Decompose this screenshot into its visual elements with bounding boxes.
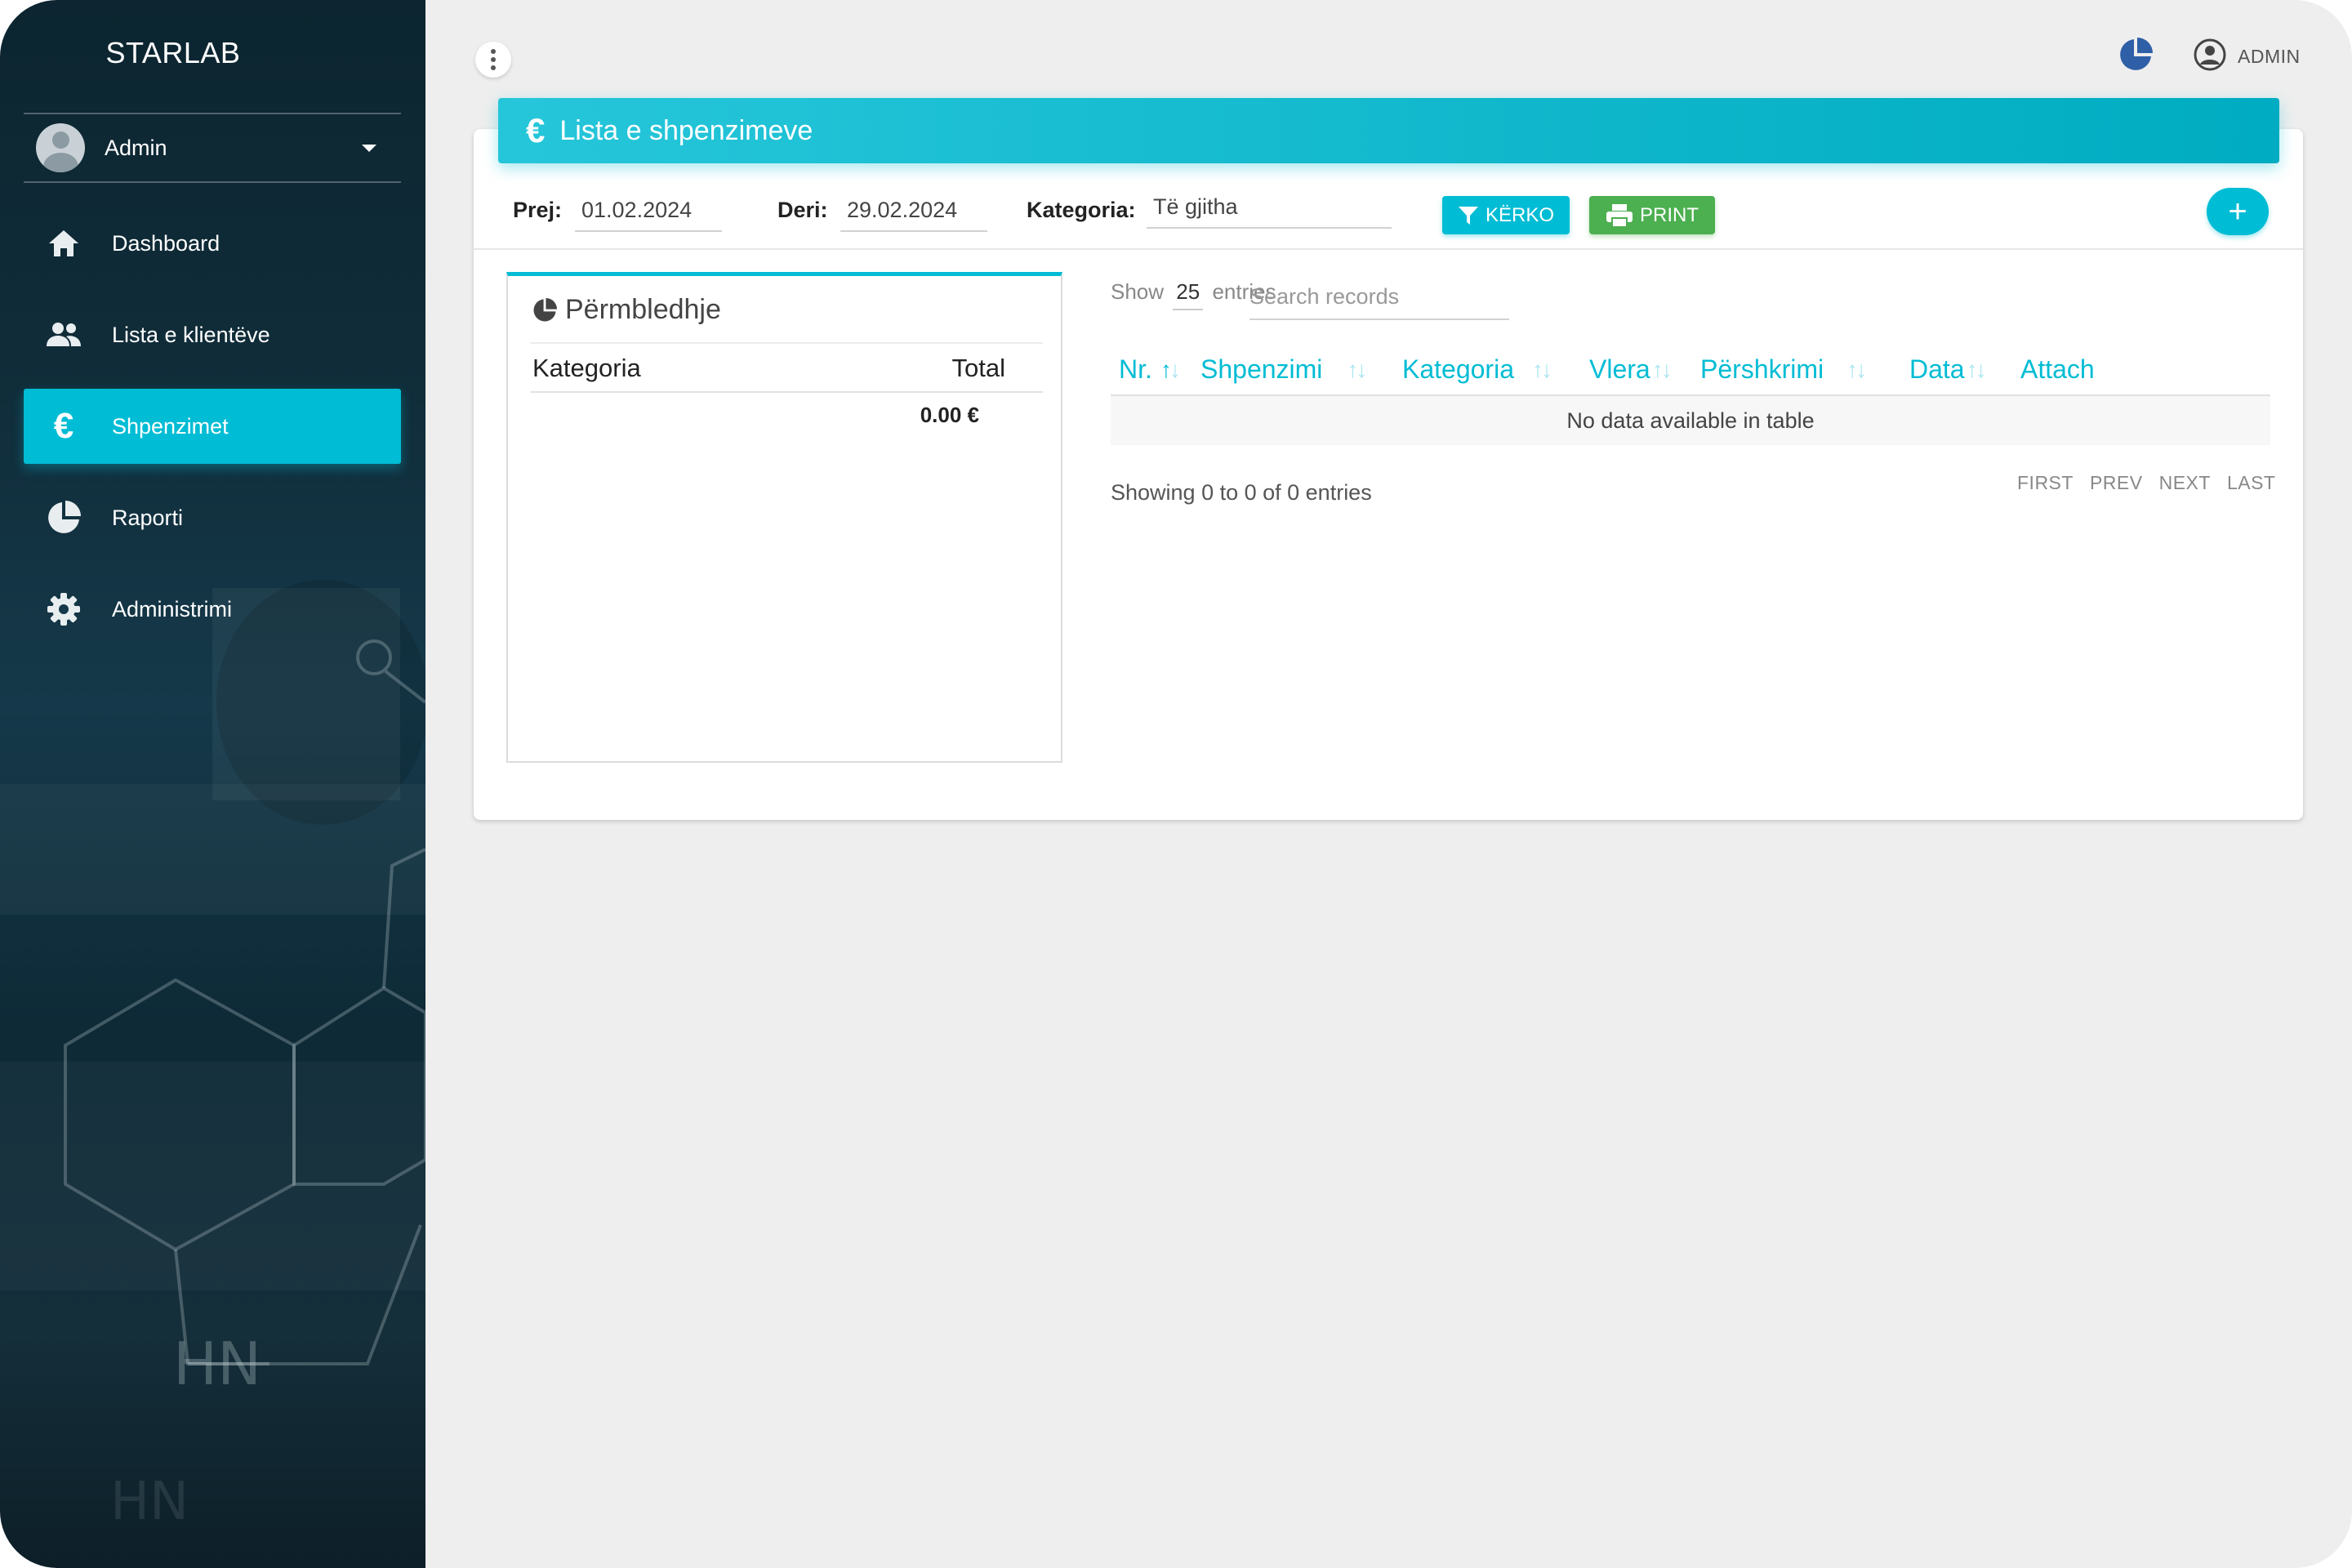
printer-icon (1606, 203, 1633, 228)
search-records-input[interactable] (1250, 274, 1509, 320)
summary-column-category: Kategoria (532, 354, 641, 382)
column-header-label: Attach (2020, 354, 2095, 384)
gear-icon (44, 590, 83, 629)
sidebar-item-label: Lista e klientëve (112, 322, 270, 347)
sidebar-user-menu[interactable]: Admin (24, 116, 401, 180)
search-button-label: KËRKO (1485, 203, 1555, 226)
sidebar-item-label: Shpenzimet (112, 413, 229, 439)
avatar (36, 123, 85, 172)
sort-icon: ↑↓ (1966, 356, 1987, 382)
to-date-label: Deri: (777, 198, 828, 222)
pagination: FIRST PREV NEXT LAST (2017, 472, 2275, 494)
dot-icon (491, 49, 496, 54)
pie-chart-icon (533, 297, 557, 321)
print-button-label: PRINT (1640, 203, 1699, 226)
from-date-input[interactable] (575, 189, 722, 232)
users-icon (44, 315, 83, 354)
background-hn-text: HN (173, 1330, 261, 1398)
sort-asc-icon: ↑↓ (1160, 356, 1181, 382)
table-info: Showing 0 to 0 of 0 entries (1111, 480, 1372, 505)
summary-total-value: 0.00 € (920, 403, 979, 427)
column-header-label: Data (1909, 354, 1965, 384)
sidebar-item-label: Dashboard (112, 230, 220, 256)
background-hn-text-faded: HN (110, 1472, 189, 1532)
sort-icon: ↑↓ (1846, 356, 1867, 382)
sidebar-item-label: Raporti (112, 505, 184, 530)
sidebar-item-expenses[interactable]: € Shpenzimet (24, 389, 401, 464)
column-header-label: Vlera (1589, 354, 1650, 384)
summary-title-text: Përmbledhje (565, 294, 721, 325)
caret-down-icon (362, 144, 376, 152)
column-header-label: Përshkrimi (1700, 354, 1824, 384)
sidebar-divider (24, 181, 401, 183)
app-window: HN HN STARLAB Admin Dashboard Lista e kl… (0, 0, 2352, 1568)
summary-divider (530, 391, 1043, 393)
sidebar-item-clients[interactable]: Lista e klientëve (24, 297, 401, 372)
pagination-last[interactable]: LAST (2227, 472, 2276, 494)
column-header-expense[interactable]: Shpenzimi ↑↓ (1200, 354, 1367, 385)
column-header-date[interactable]: Data ↑↓ (1909, 354, 1987, 385)
summary-panel: Përmbledhje Kategoria Total 0.00 € (506, 272, 1062, 763)
page-size-select[interactable]: 25 (1173, 279, 1204, 310)
column-header-label: Nr. (1119, 354, 1152, 384)
pie-chart-icon (44, 498, 83, 537)
column-header-label: Kategoria (1402, 354, 1514, 384)
sort-icon: ↑↓ (1531, 356, 1552, 382)
sort-icon: ↑↓ (1651, 356, 1673, 382)
category-label: Kategoria: (1027, 198, 1136, 222)
category-select[interactable] (1147, 186, 1392, 229)
column-header-category[interactable]: Kategoria ↑↓ (1402, 354, 1552, 385)
dot-icon (491, 57, 496, 62)
sidebar: HN HN STARLAB Admin Dashboard Lista e kl… (0, 0, 425, 1568)
search-button[interactable]: KËRKO (1442, 196, 1570, 234)
column-header-description[interactable]: Përshkrimi ↑↓ (1700, 354, 1867, 385)
column-header-attach[interactable]: Attach (2020, 354, 2095, 385)
sidebar-item-report[interactable]: Raporti (24, 480, 401, 555)
pagination-next[interactable]: NEXT (2159, 472, 2211, 494)
page-title: Lista e shpenzimeve (559, 114, 813, 146)
sidebar-item-dashboard[interactable]: Dashboard (24, 206, 401, 281)
summary-divider (530, 342, 1043, 344)
sidebar-item-administration[interactable]: Administrimi (24, 572, 401, 647)
filter-divider (474, 248, 2303, 250)
euro-icon: € (53, 406, 74, 446)
pagination-prev[interactable]: PREV (2090, 472, 2143, 494)
top-user-label[interactable]: ADMIN (2238, 46, 2301, 68)
sidebar-item-label: Administrimi (112, 596, 233, 621)
account-circle-icon[interactable] (2193, 38, 2227, 72)
show-prefix: Show (1111, 279, 1165, 304)
add-expense-button[interactable]: + (2207, 188, 2269, 235)
sort-icon: ↑↓ (1347, 356, 1367, 382)
pagination-first[interactable]: FIRST (2017, 472, 2074, 494)
summary-title: Përmbledhje (532, 294, 721, 326)
report-pie-chart-icon[interactable] (2118, 38, 2153, 72)
column-header-nr[interactable]: Nr. ↑↓ (1119, 354, 1181, 385)
table-empty-row: No data available in table (1111, 396, 2270, 445)
sidebar-divider (24, 113, 401, 114)
column-header-label: Shpenzimi (1200, 354, 1323, 384)
home-icon (44, 224, 83, 263)
from-date-label: Prej: (513, 198, 563, 222)
sidebar-user-name: Admin (105, 135, 167, 160)
column-header-value[interactable]: Vlera ↑↓ (1589, 354, 1673, 385)
card-header: € Lista e shpenzimeve (498, 98, 2279, 163)
dot-icon (491, 65, 496, 70)
euro-icon: € (526, 111, 546, 149)
filter-icon (1458, 206, 1478, 225)
summary-column-total: Total (951, 354, 1005, 382)
brand-logo[interactable]: STARLAB (0, 36, 346, 70)
print-button[interactable]: PRINT (1589, 196, 1715, 234)
to-date-input[interactable] (840, 189, 987, 232)
more-options-button[interactable] (475, 42, 511, 78)
